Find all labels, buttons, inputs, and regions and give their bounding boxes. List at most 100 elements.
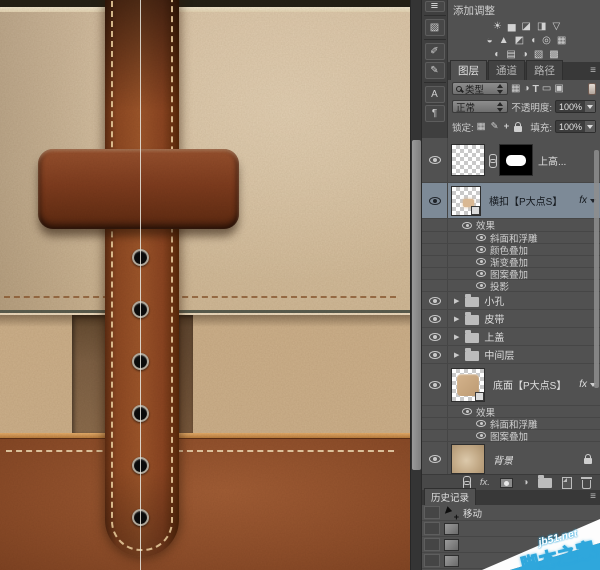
document-canvas[interactable] — [0, 0, 421, 570]
eye-icon[interactable] — [476, 432, 486, 439]
history-brush-source-well[interactable] — [424, 538, 440, 551]
layer-row-top-highlight[interactable]: 上高... — [422, 138, 600, 183]
color-balance-icon[interactable]: ▲ — [499, 34, 509, 48]
visibility-toggle[interactable] — [422, 310, 448, 327]
tab-layers[interactable]: 图层 — [450, 60, 487, 80]
curves-icon[interactable]: ◪ — [522, 20, 531, 34]
lock-transparency-icon[interactable]: ▦ — [477, 121, 486, 132]
layer-thumbnail[interactable] — [451, 444, 485, 474]
layer-thumbnail[interactable] — [451, 368, 485, 402]
visibility-toggle[interactable] — [422, 183, 448, 218]
filter-type-layers-icon[interactable]: T — [533, 83, 539, 95]
expand-triangle-icon[interactable]: ▶ — [454, 351, 459, 359]
eye-icon[interactable] — [476, 270, 486, 277]
history-entry[interactable] — [422, 537, 600, 553]
group-name[interactable]: 小孔 — [484, 293, 504, 308]
eye-icon[interactable] — [476, 420, 486, 427]
new-layer-icon[interactable] — [562, 477, 572, 489]
add-layer-style-icon[interactable]: fx. — [480, 477, 490, 488]
history-brush-source-well[interactable] — [424, 506, 440, 519]
group-row-holes[interactable]: ▶ 小孔 — [422, 292, 600, 310]
layer-thumbnail[interactable] — [451, 186, 481, 216]
vibrance-icon[interactable]: ▽ — [552, 20, 560, 34]
filter-smart-objects-icon[interactable]: ▣ — [554, 83, 563, 94]
fill-value-box[interactable]: 100% — [555, 120, 596, 133]
delete-layer-icon[interactable] — [582, 480, 591, 489]
layers-scrollbar-thumb[interactable] — [594, 150, 599, 388]
expand-triangle-icon[interactable]: ▶ — [454, 297, 459, 305]
expand-triangle-icon[interactable]: ▶ — [454, 333, 459, 341]
levels-icon[interactable]: ▅ — [508, 20, 516, 34]
filter-shape-layers-icon[interactable]: ▭ — [542, 83, 551, 94]
eye-icon[interactable] — [476, 246, 486, 253]
history-brush-source-well[interactable] — [424, 554, 440, 567]
eye-icon[interactable] — [476, 282, 486, 289]
dropdown-arrow-icon[interactable] — [585, 121, 595, 132]
canvas-vertical-scrollbar[interactable] — [410, 0, 421, 570]
group-name[interactable]: 皮带 — [484, 311, 504, 326]
photo-filter-icon[interactable]: ◖ — [530, 34, 536, 48]
new-adjustment-layer-icon[interactable]: ◑ — [523, 477, 529, 488]
group-row-middle-layer[interactable]: ▶ 中间层 — [422, 346, 600, 364]
effect-row-drop-shadow[interactable]: 投影 — [422, 280, 600, 292]
opacity-value-box[interactable]: 100% — [555, 100, 596, 113]
layer-name[interactable]: 底面【P大点S】 — [493, 377, 566, 392]
tab-history[interactable]: 历史记录 — [424, 488, 476, 505]
black-white-icon[interactable]: ◩ — [515, 34, 524, 48]
eye-icon[interactable] — [476, 258, 486, 265]
effect-row-pattern-overlay[interactable]: 图案叠加 — [422, 430, 600, 442]
filter-kind-dropdown[interactable]: 类型 — [452, 82, 508, 95]
filter-pixel-layers-icon[interactable]: ▦ — [511, 83, 520, 94]
dropdown-arrow-icon[interactable] — [585, 101, 595, 112]
group-row-top-cover[interactable]: ▶ 上盖 — [422, 328, 600, 346]
tab-paths[interactable]: 路径 — [526, 60, 563, 80]
layer-row-bottom-face[interactable]: 底面【P大点S】 fx — [422, 364, 600, 406]
lock-pixels-icon[interactable]: ✎ — [491, 121, 499, 132]
group-name[interactable]: 中间层 — [484, 347, 514, 362]
add-layer-mask-icon[interactable] — [500, 478, 513, 488]
history-entry-move[interactable]: 移动 — [422, 505, 600, 521]
eye-icon[interactable] — [476, 234, 486, 241]
hue-saturation-icon[interactable]: ◒ — [487, 34, 493, 48]
exposure-icon[interactable]: ◨ — [537, 20, 546, 34]
visibility-toggle[interactable] — [422, 346, 448, 363]
layer-effects-fx-icon[interactable]: fx — [579, 195, 587, 206]
history-entry[interactable] — [422, 521, 600, 537]
filter-adjustment-layers-icon[interactable]: ◑ — [523, 83, 529, 94]
paragraph-panel-icon[interactable]: ¶ — [425, 105, 445, 122]
layer-mask-thumbnail[interactable] — [499, 144, 533, 176]
scrollbar-thumb[interactable] — [412, 140, 421, 470]
visibility-toggle[interactable] — [422, 328, 448, 345]
styles-panel-icon[interactable]: ▨ — [425, 19, 445, 36]
visibility-toggle[interactable] — [422, 292, 448, 309]
character-panel-icon[interactable]: A — [425, 86, 445, 103]
panel-menu-icon[interactable]: ≡ — [590, 65, 596, 76]
group-row-belt[interactable]: ▶ 皮带 — [422, 310, 600, 328]
brush-presets-panel-icon[interactable]: ✎ — [425, 62, 445, 79]
group-name[interactable]: 上盖 — [484, 329, 504, 344]
visibility-toggle[interactable] — [422, 442, 448, 474]
effect-row-pattern-overlay[interactable]: 图案叠加 — [422, 268, 600, 280]
eye-icon[interactable] — [462, 408, 472, 415]
layer-effects-fx-icon[interactable]: fx — [579, 379, 587, 390]
layer-name[interactable]: 上高... — [538, 153, 566, 168]
layer-filter-toggle[interactable] — [588, 83, 596, 95]
layer-name[interactable]: 横扣【P大点S】 — [489, 193, 562, 208]
mask-link-icon[interactable] — [488, 154, 496, 167]
blend-mode-dropdown[interactable]: 正常 — [452, 100, 508, 113]
history-entry[interactable] — [422, 553, 600, 569]
color-lookup-icon[interactable]: ▦ — [557, 34, 566, 48]
layer-row-keeper-selected[interactable]: 横扣【P大点S】 fx — [422, 183, 600, 219]
channel-mixer-icon[interactable]: ◎ — [542, 34, 551, 48]
visibility-toggle[interactable] — [422, 138, 448, 182]
eye-icon[interactable] — [462, 222, 472, 229]
brush-panel-icon[interactable]: ✐ — [425, 43, 445, 60]
brightness-contrast-icon[interactable]: ☀ — [493, 20, 502, 34]
lock-position-icon[interactable]: + — [504, 121, 510, 132]
history-brush-source-well[interactable] — [424, 522, 440, 535]
panel-menu-icon[interactable]: ≡ — [590, 491, 596, 502]
expand-triangle-icon[interactable]: ▶ — [454, 315, 459, 323]
tab-channels[interactable]: 通道 — [488, 60, 525, 80]
layer-row-background[interactable]: 背景 — [422, 442, 600, 474]
adjustments-panel-icon[interactable]: ≣ — [425, 1, 445, 12]
